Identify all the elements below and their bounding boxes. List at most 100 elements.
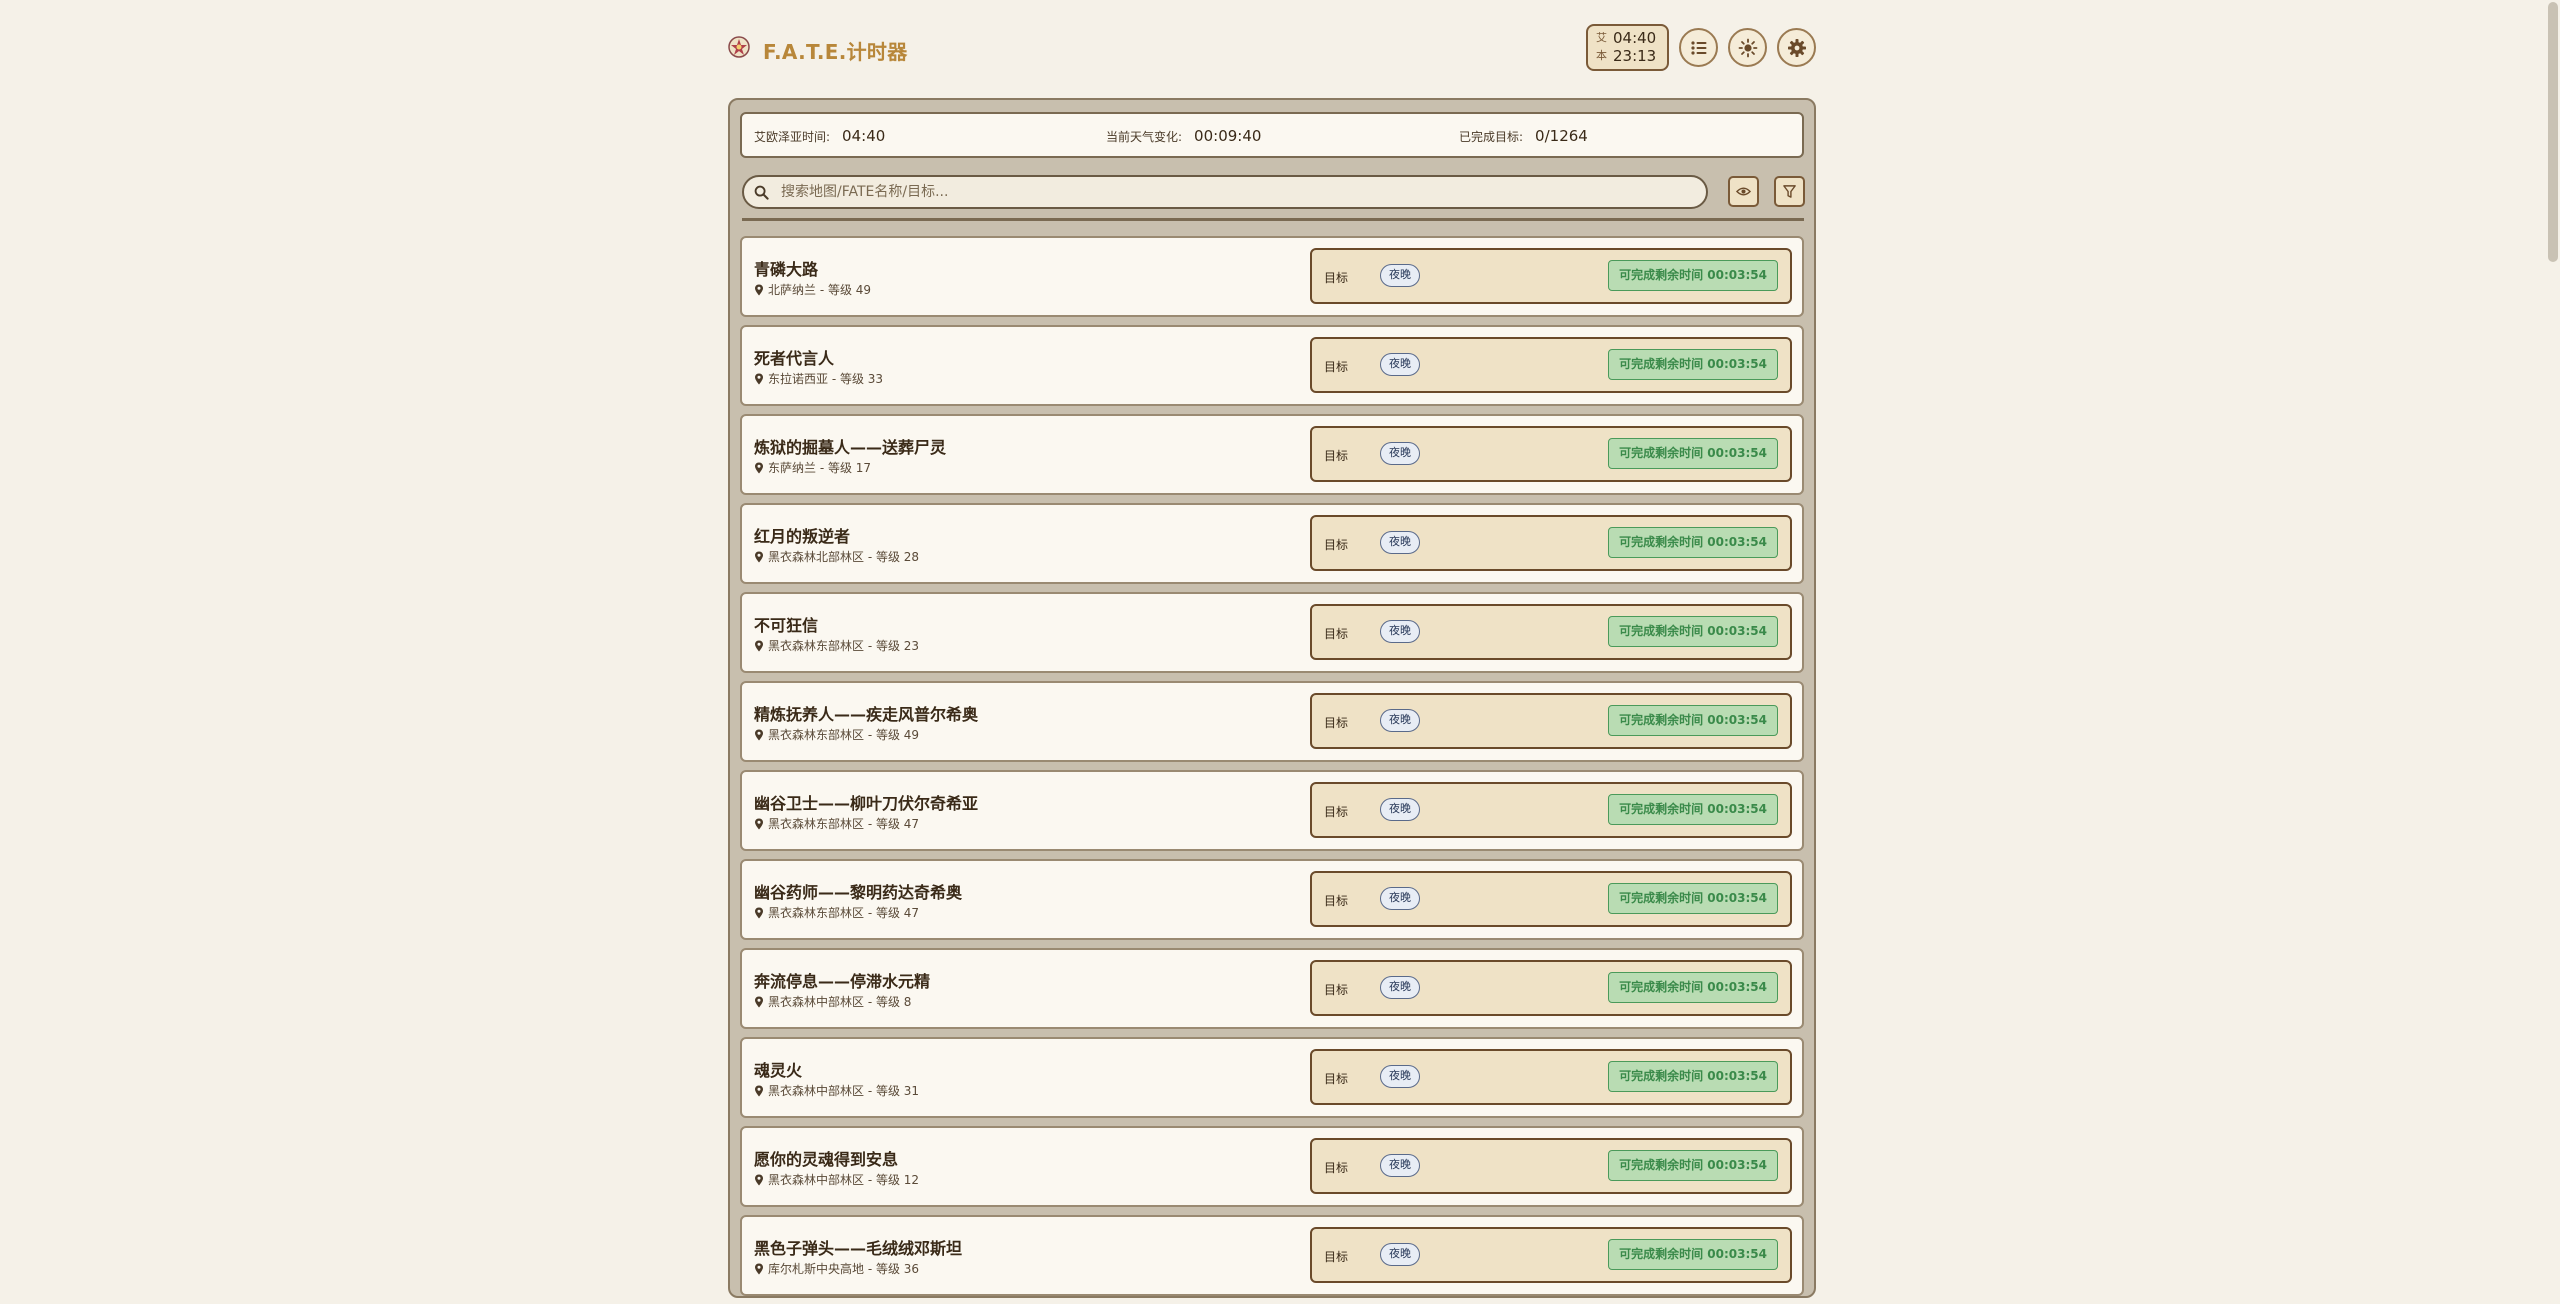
remaining-time-badge: 可完成剩余时间 00:03:54: [1608, 1239, 1778, 1270]
night-condition-badge: 夜晚: [1380, 264, 1420, 287]
fate-card[interactable]: 精炼抚养人——疾走风普尔希奥 黑衣森林东部林区 - 等级 49 目标 夜晚 可完成剩余时…: [740, 681, 1804, 762]
local-time-label: 本: [1596, 49, 1607, 62]
fate-location-text: 黑衣森林东部林区 - 等级 49: [768, 728, 920, 742]
fate-name: 炼狱的掘墓人——送葬尸灵: [754, 438, 947, 457]
night-condition-badge: 夜晚: [1380, 798, 1420, 821]
fate-logo-icon: [728, 36, 750, 58]
condition-label: 目标: [1324, 983, 1349, 997]
fate-location-text: 库尔札斯中央高地 - 等级 36: [768, 1262, 920, 1276]
local-time: 23:13: [1613, 47, 1657, 65]
condition-label: 目标: [1324, 894, 1349, 908]
fate-location: 黑衣森林东部林区 - 等级 47: [754, 904, 919, 921]
filter-button[interactable]: [1774, 176, 1805, 207]
fate-location-text: 黑衣森林东部林区 - 等级 23: [768, 639, 920, 653]
search-input[interactable]: [779, 183, 1679, 201]
fate-location-text: 黑衣森林中部林区 - 等级 8: [768, 995, 912, 1009]
night-condition-badge: 夜晚: [1380, 887, 1420, 910]
fate-name: 不可狂信: [754, 616, 819, 635]
remaining-time-badge: 可完成剩余时间 00:03:54: [1608, 527, 1778, 558]
fate-location-text: 黑衣森林东部林区 - 等级 47: [768, 817, 920, 831]
fate-card[interactable]: 炼狱的掘墓人——送葬尸灵 东萨纳兰 - 等级 17 目标 夜晚 可完成剩余时间 00:0…: [740, 414, 1804, 495]
remaining-time-badge: 可完成剩余时间 00:03:54: [1608, 438, 1778, 469]
settings-button[interactable]: [1777, 28, 1816, 67]
fate-location: 黑衣森林东部林区 - 等级 47: [754, 815, 919, 832]
map-pin-icon: [755, 818, 763, 829]
map-pin-icon: [755, 373, 763, 384]
fate-card[interactable]: 不可狂信 黑衣森林东部林区 - 等级 23 目标 夜晚 可完成剩余时间 00:03:54: [740, 592, 1804, 673]
scrollbar[interactable]: [2546, 0, 2560, 1273]
fate-name: 幽谷药师——黎明药达奇希奥: [754, 883, 963, 902]
list-view-button[interactable]: [1679, 28, 1718, 67]
search-icon: [754, 185, 769, 200]
header-controls: 艾 04:40 本 23:13: [1586, 24, 1816, 71]
eorzea-time-info-label: 艾欧泽亚时间:: [754, 130, 831, 144]
divider: [742, 218, 1804, 221]
condition-label: 目标: [1324, 538, 1349, 552]
condition-box: 目标 夜晚 可完成剩余时间 00:03:54: [1310, 426, 1792, 482]
fate-card[interactable]: 红月的叛逆者黑衣森林北部林区 - 等级 28 目标 夜晚 可完成剩余时间 00:03:…: [740, 503, 1804, 584]
fate-location: 库尔札斯中央高地 - 等级 36: [754, 1260, 919, 1277]
search-box[interactable]: [742, 175, 1708, 209]
condition-box: 目标 夜晚 可完成剩余时间 00:03:54: [1310, 515, 1792, 571]
night-condition-badge: 夜晚: [1380, 353, 1420, 376]
condition-label: 目标: [1324, 716, 1349, 730]
eorzea-time-info-value: 04:40: [842, 127, 886, 145]
fate-location-text: 黑衣森林东部林区 - 等级 47: [768, 906, 920, 920]
fate-name: 幽谷卫士——柳叶刀伏尔奇希亚: [754, 794, 979, 813]
fate-location-text: 黑衣森林中部林区 - 等级 12: [768, 1173, 920, 1187]
condition-box: 目标 夜晚 可完成剩余时间 00:03:54: [1310, 248, 1792, 304]
eorzea-time-label: 艾: [1596, 31, 1607, 44]
fate-card[interactable]: 幽谷药师——黎明药达奇希奥黑衣森林东部林区 - 等级 47 目标 夜晚 可完成剩余时间…: [740, 859, 1804, 940]
time-display[interactable]: 艾 04:40 本 23:13: [1586, 24, 1669, 71]
fate-card[interactable]: 魂灵火 黑衣森林中部林区 - 等级 31 目标 夜晚 可完成剩余时间 00:03:54: [740, 1037, 1804, 1118]
map-pin-icon: [755, 462, 763, 473]
remaining-time-badge: 可完成剩余时间 00:03:54: [1608, 349, 1778, 380]
fate-card[interactable]: 黑色子弹头——毛绒绒邓斯坦 库尔札斯中央高地 - 等级 36 目标 夜晚 可完成剩余时间…: [740, 1215, 1804, 1296]
remaining-time-badge: 可完成剩余时间 00:03:54: [1608, 616, 1778, 647]
visibility-toggle-button[interactable]: [1728, 176, 1759, 207]
fate-card[interactable]: 奔流停息——停滞水元精 黑衣森林中部林区 - 等级 8 目标 夜晚 可完成剩余时间 00…: [740, 948, 1804, 1029]
condition-box: 目标 夜晚 可完成剩余时间 00:03:54: [1310, 1049, 1792, 1105]
night-condition-badge: 夜晚: [1380, 1065, 1420, 1088]
fate-name: 青磷大路: [754, 260, 819, 279]
fate-name: 黑色子弹头——毛绒绒邓斯坦: [754, 1239, 963, 1258]
condition-box: 目标 夜晚 可完成剩余时间 00:03:54: [1310, 782, 1792, 838]
condition-label: 目标: [1324, 1161, 1349, 1175]
fate-location: 东萨纳兰 - 等级 17: [754, 459, 871, 476]
night-condition-badge: 夜晚: [1380, 709, 1420, 732]
condition-box: 目标 夜晚 可完成剩余时间 00:03:54: [1310, 960, 1792, 1016]
remaining-time-badge: 可完成剩余时间 00:03:54: [1608, 1061, 1778, 1092]
main-panel: 艾欧泽亚时间: 04:40 当前天气变化: 00:09:40 已完成目标: 0/…: [728, 98, 1816, 1298]
condition-box: 目标 夜晚 可完成剩余时间 00:03:54: [1310, 871, 1792, 927]
weather-change-value: 00:09:40: [1194, 127, 1262, 145]
condition-box: 目标 夜晚 可完成剩余时间 00:03:54: [1310, 337, 1792, 393]
remaining-time-badge: 可完成剩余时间 00:03:54: [1608, 1150, 1778, 1181]
fate-name: 红月的叛逆者: [754, 527, 851, 546]
fate-card[interactable]: 愿你的灵魂得到安息 黑衣森林中部林区 - 等级 12 目标 夜晚 可完成剩余时间 00:…: [740, 1126, 1804, 1207]
theme-toggle-button[interactable]: [1728, 28, 1767, 67]
app-title: F.A.T.E.计时器: [763, 40, 908, 64]
night-condition-badge: 夜晚: [1380, 531, 1420, 554]
map-pin-icon: [755, 1174, 763, 1185]
fate-card[interactable]: 青磷大路 北萨纳兰 - 等级 49 目标 夜晚 可完成剩余时间 00:03:54: [740, 236, 1804, 317]
map-pin-icon: [755, 284, 763, 295]
fate-name: 愿你的灵魂得到安息: [754, 1150, 899, 1169]
fate-card[interactable]: 死者代言人 东拉诺西亚 - 等级 33 目标 夜晚 可完成剩余时间 00:03:54: [740, 325, 1804, 406]
weather-change-label: 当前天气变化:: [1106, 130, 1183, 144]
weather-change-info: 当前天气变化: 00:09:40: [1106, 127, 1261, 145]
map-pin-icon: [755, 551, 763, 562]
map-pin-icon: [755, 996, 763, 1007]
fate-location-text: 黑衣森林北部林区 - 等级 28: [768, 550, 920, 564]
scrollbar-thumb[interactable]: [2548, 2, 2558, 262]
sun-icon: [1738, 38, 1757, 57]
condition-label: 目标: [1324, 1250, 1349, 1264]
fate-card[interactable]: 幽谷卫士——柳叶刀伏尔奇希亚黑衣森林东部林区 - 等级 47 目标 夜晚 可完成剩余时…: [740, 770, 1804, 851]
eorzea-time: 04:40: [1613, 29, 1657, 47]
remaining-time-badge: 可完成剩余时间 00:03:54: [1608, 883, 1778, 914]
fate-location-text: 黑衣森林中部林区 - 等级 31: [768, 1084, 920, 1098]
fate-location: 黑衣森林中部林区 - 等级 8: [754, 993, 911, 1010]
completed-label: 已完成目标:: [1459, 130, 1524, 144]
gear-icon: [1787, 38, 1806, 57]
condition-label: 目标: [1324, 1072, 1349, 1086]
fate-list: 青磷大路 北萨纳兰 - 等级 49 目标 夜晚 可完成剩余时间 00:03:54 死者代言…: [740, 236, 1804, 1304]
